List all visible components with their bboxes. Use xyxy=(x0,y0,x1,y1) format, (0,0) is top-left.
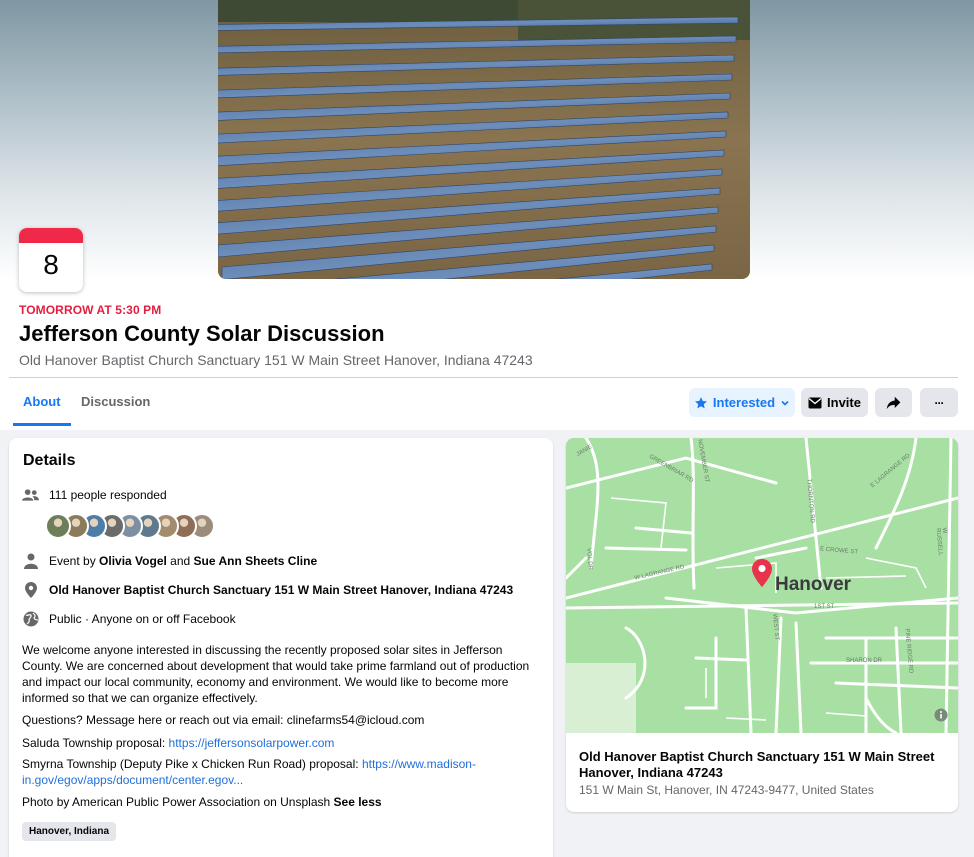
saluda-link[interactable]: https://jeffersonsolarpower.com xyxy=(169,736,335,750)
map-card: Hanover JANIE GREENBRIAR RD NOVEMBER ST … xyxy=(566,438,958,812)
event-by-label: Event by xyxy=(49,553,100,568)
host-sue-ann-sheets-cline[interactable]: Sue Ann Sheets Cline xyxy=(194,554,318,568)
envelope-icon xyxy=(808,397,822,408)
venue-text: Old Hanover Baptist Church Sanctuary 151… xyxy=(49,582,514,597)
location-tag[interactable]: Hanover, Indiana xyxy=(22,822,117,841)
tab-discussion[interactable]: Discussion xyxy=(71,384,160,426)
invite-label: Invite xyxy=(827,395,861,410)
saluda-label: Saluda Township proposal: xyxy=(22,736,169,750)
privacy-text: Public · Anyone on or off Facebook xyxy=(49,611,236,626)
event-header: 8 TOMORROW AT 5:30 PM Jefferson County S… xyxy=(0,0,974,430)
calendar-date-icon: 8 xyxy=(19,228,83,292)
saluda-proposal: Saluda Township proposal: https://jeffer… xyxy=(22,735,542,751)
map-pin-icon xyxy=(752,559,772,587)
people-icon xyxy=(22,486,39,503)
responder-avatar[interactable] xyxy=(45,513,71,539)
tab-about[interactable]: About xyxy=(13,384,71,426)
invite-button[interactable]: Invite xyxy=(801,388,868,417)
and-label: and xyxy=(166,553,194,568)
event-time: TOMORROW AT 5:30 PM xyxy=(19,303,162,317)
hosts-row: Event by Olivia Vogel and Sue Ann Sheets… xyxy=(22,552,317,569)
privacy-row: Public · Anyone on or off Facebook xyxy=(22,610,236,627)
interested-button[interactable]: Interested xyxy=(689,388,795,417)
map-venue-title[interactable]: Old Hanover Baptist Church Sanctuary 151… xyxy=(579,749,949,781)
map-town-label: Hanover xyxy=(775,574,852,595)
event-title: Jefferson County Solar Discussion xyxy=(19,321,385,346)
host-olivia-vogel[interactable]: Olivia Vogel xyxy=(99,554,167,568)
calendar-day: 8 xyxy=(43,249,59,280)
map-address: 151 W Main St, Hanover, IN 47243-9477, U… xyxy=(579,783,874,797)
see-less-link[interactable]: See less xyxy=(334,795,382,809)
responded-row[interactable]: 111 people responded xyxy=(22,486,167,503)
street-label-1st: 1ST ST xyxy=(814,604,835,610)
photo-credit: Photo by American Public Power Associati… xyxy=(22,794,542,810)
more-options-button[interactable]: ··· xyxy=(920,388,958,417)
share-icon xyxy=(886,396,901,409)
responder-avatars[interactable] xyxy=(45,513,215,539)
street-label-sharon: SHARON DR xyxy=(846,658,883,664)
event-location-line[interactable]: Old Hanover Baptist Church Sanctuary 151… xyxy=(19,352,533,368)
calendar-top-bar xyxy=(19,228,83,243)
cover-photo[interactable] xyxy=(218,0,750,279)
description-text: We welcome anyone interested in discussi… xyxy=(22,643,530,705)
share-button[interactable] xyxy=(875,388,912,417)
header-divider xyxy=(9,377,958,378)
smyrna-proposal: Smyrna Township (Deputy Pike x Chicken R… xyxy=(22,756,542,788)
chevron-down-icon xyxy=(781,400,789,406)
star-icon xyxy=(694,396,707,408)
globe-icon xyxy=(22,610,39,627)
responded-count: 111 people responded xyxy=(49,487,167,502)
smyrna-label: Smyrna Township (Deputy Pike x Chicken R… xyxy=(22,757,362,771)
venue-row[interactable]: Old Hanover Baptist Church Sanctuary 151… xyxy=(22,581,513,598)
photo-credit-text: Photo by American Public Power Associati… xyxy=(22,795,334,809)
hosts-text: Event by Olivia Vogel and Sue Ann Sheets… xyxy=(49,554,317,568)
person-icon xyxy=(22,552,39,569)
info-icon[interactable] xyxy=(934,708,948,722)
more-options-icon: ··· xyxy=(934,395,945,410)
details-heading: Details xyxy=(23,452,76,469)
interested-label: Interested xyxy=(712,395,776,410)
location-pin-icon xyxy=(22,581,39,598)
solar-farm-image xyxy=(218,0,750,279)
details-card: Details 111 people responded Event by Ol… xyxy=(9,438,553,857)
map-view[interactable]: Hanover JANIE GREENBRIAR RD NOVEMBER ST … xyxy=(566,438,958,735)
questions-text: Questions? Message here or reach out via… xyxy=(22,713,425,727)
